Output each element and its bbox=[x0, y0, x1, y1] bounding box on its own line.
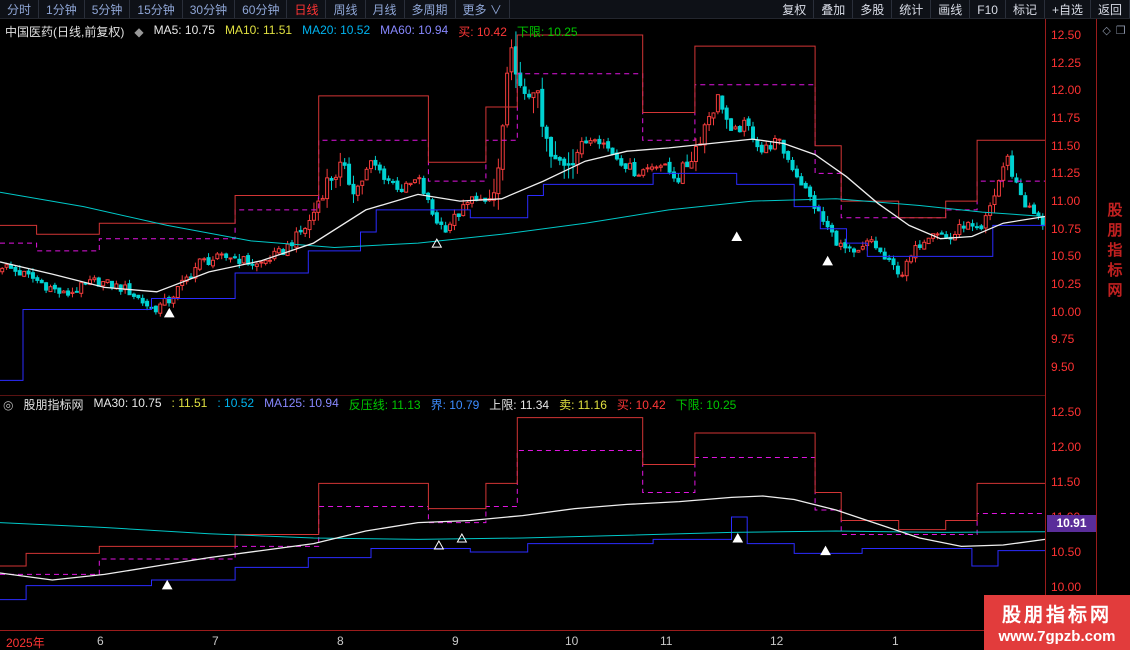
date-label: 7 bbox=[212, 634, 219, 648]
toolbar-action-8[interactable]: 返回 bbox=[1091, 0, 1130, 18]
main-candlestick-chart[interactable] bbox=[0, 19, 1045, 395]
toolbar-tab-3[interactable]: 15分钟 bbox=[130, 0, 182, 18]
toolbar-action-6[interactable]: 标记 bbox=[1006, 0, 1045, 18]
watermark-title: 股朋指标网 bbox=[1002, 600, 1112, 627]
indicator-diamond-icon[interactable]: ◆ bbox=[134, 25, 143, 39]
indicator-source-label: 股朋指标网 bbox=[23, 396, 83, 413]
indicator-legend: ◎ 股朋指标网 MA30: 10.75 : 11.51 : 10.52 MA125: … bbox=[3, 396, 736, 413]
price-axis-label: 12.00 bbox=[1051, 83, 1081, 97]
legend-item: 界: 10.79 bbox=[431, 396, 480, 413]
period-tabs: 分时1分钟5分钟15分钟30分钟60分钟日线周线月线多周期更多 ∨ bbox=[0, 0, 510, 18]
watermark-url: www.7gpzb.com bbox=[999, 628, 1116, 645]
price-axis: 10.91 12.50 12.25 12.00 11.75 11.50 11.25 11.0… bbox=[1045, 19, 1097, 630]
legend-item: MA60: 10.94 bbox=[380, 23, 448, 40]
legend-item: 下限: 10.25 bbox=[676, 396, 737, 413]
legend-item: MA10: 11.51 bbox=[225, 23, 292, 40]
date-label: 2025年 bbox=[6, 634, 45, 650]
date-label: 8 bbox=[337, 634, 344, 648]
price-axis-label: 9.75 bbox=[1051, 332, 1074, 346]
diamond-icon[interactable]: ◇ bbox=[1102, 24, 1110, 37]
date-label: 10 bbox=[565, 634, 578, 648]
toolbar-action-4[interactable]: 画线 bbox=[931, 0, 970, 18]
price-axis-label: 9.50 bbox=[1051, 360, 1074, 374]
top-toolbar: 分时1分钟5分钟15分钟30分钟60分钟日线周线月线多周期更多 ∨ 复权叠加多股… bbox=[0, 0, 1130, 19]
price-axis-label: 10.75 bbox=[1051, 222, 1081, 236]
last-price-tag: 10.91 bbox=[1047, 515, 1096, 532]
price-axis-label: 12.50 bbox=[1051, 28, 1081, 42]
toolbar-action-7[interactable]: +自选 bbox=[1045, 0, 1091, 18]
legend-item: 买: 10.42 bbox=[458, 23, 507, 40]
price-axis-label: 10.50 bbox=[1051, 545, 1081, 559]
price-axis-label: 11.00 bbox=[1051, 194, 1080, 208]
toolbar-tab-5[interactable]: 60分钟 bbox=[235, 0, 287, 18]
legend-item: MA20: 10.52 bbox=[302, 23, 370, 40]
toolbar-action-5[interactable]: F10 bbox=[970, 0, 1006, 18]
right-margin: ◇ ❒ 股朋指标网 bbox=[1098, 19, 1130, 630]
legend-item: 买: 10.42 bbox=[617, 396, 666, 413]
main-chart-legend: 中国医药(日线,前复权) ◆ MA5: 10.75 MA10: 11.51 MA20… bbox=[5, 23, 578, 40]
legend-item: 下限: 10.25 bbox=[517, 23, 578, 40]
legend-item: 上限: 11.34 bbox=[489, 396, 549, 413]
legend-item: MA125: 10.94 bbox=[264, 396, 339, 413]
legend-item: : 11.51 bbox=[172, 396, 208, 413]
date-label: 6 bbox=[97, 634, 104, 648]
price-axis-label: 10.25 bbox=[1051, 277, 1081, 291]
stock-title: 中国医药(日线,前复权) bbox=[5, 23, 124, 40]
price-axis-label: 11.75 bbox=[1051, 111, 1080, 125]
price-axis-label: 12.25 bbox=[1051, 56, 1081, 70]
legend-item: MA30: 10.75 bbox=[94, 396, 162, 413]
toolbar-action-3[interactable]: 统计 bbox=[892, 0, 931, 18]
toolbar-tab-9[interactable]: 多周期 bbox=[405, 0, 456, 18]
date-label: 9 bbox=[452, 634, 459, 648]
legend-item: 反压线: 11.13 bbox=[349, 396, 421, 413]
toolbar-tab-2[interactable]: 5分钟 bbox=[85, 0, 131, 18]
price-axis-label: 11.50 bbox=[1051, 475, 1080, 489]
indicator-source-icon[interactable]: ◎ bbox=[3, 398, 13, 412]
toolbar-tab-4[interactable]: 30分钟 bbox=[183, 0, 235, 18]
legend-item: : 10.52 bbox=[217, 396, 254, 413]
action-buttons: 复权叠加多股统计画线F10标记+自选返回 bbox=[775, 0, 1130, 18]
price-axis-label: 10.00 bbox=[1051, 580, 1081, 594]
toolbar-tab-7[interactable]: 周线 bbox=[326, 0, 365, 18]
toolbar-tab-10[interactable]: 更多 ∨ bbox=[456, 0, 510, 18]
toolbar-tab-8[interactable]: 月线 bbox=[366, 0, 405, 18]
indicator-chart[interactable] bbox=[0, 412, 1045, 630]
legend-item: 卖: 11.16 bbox=[559, 396, 607, 413]
price-axis-label: 10.00 bbox=[1051, 305, 1081, 319]
price-axis-label: 10.50 bbox=[1051, 249, 1081, 263]
toolbar-action-1[interactable]: 叠加 bbox=[814, 0, 853, 18]
toolbar-tab-0[interactable]: 分时 bbox=[0, 0, 39, 18]
date-label: 1 bbox=[892, 634, 899, 648]
toolbar-tab-1[interactable]: 1分钟 bbox=[39, 0, 85, 18]
site-watermark: 股朋指标网 www.7gpzb.com bbox=[984, 595, 1130, 650]
toolbar-action-0[interactable]: 复权 bbox=[775, 0, 814, 18]
indicator-legend-items: MA30: 10.75 : 11.51 : 10.52 MA125: 10.94 反压线… bbox=[94, 396, 737, 413]
date-label: 12 bbox=[770, 634, 783, 648]
legend-item: MA5: 10.75 bbox=[154, 23, 215, 40]
main-legend-items: MA5: 10.75 MA10: 11.51 MA20: 10.52 MA60: 10… bbox=[154, 23, 578, 40]
price-axis-label: 11.25 bbox=[1051, 166, 1080, 180]
toolbar-tab-6[interactable]: 日线 bbox=[287, 0, 326, 18]
vertical-watermark-text: 股朋指标网 bbox=[1104, 202, 1125, 302]
date-axis: 2025年 6 7 8 9 10 11 12 1 bbox=[0, 630, 1130, 650]
price-axis-label: 12.50 bbox=[1051, 405, 1081, 419]
toolbar-action-2[interactable]: 多股 bbox=[853, 0, 892, 18]
window-icon[interactable]: ❒ bbox=[1116, 24, 1126, 37]
date-label: 11 bbox=[660, 634, 672, 648]
price-axis-label: 11.50 bbox=[1051, 139, 1080, 153]
last-price-value: 10.91 bbox=[1056, 516, 1086, 530]
price-axis-label: 12.00 bbox=[1051, 440, 1081, 454]
